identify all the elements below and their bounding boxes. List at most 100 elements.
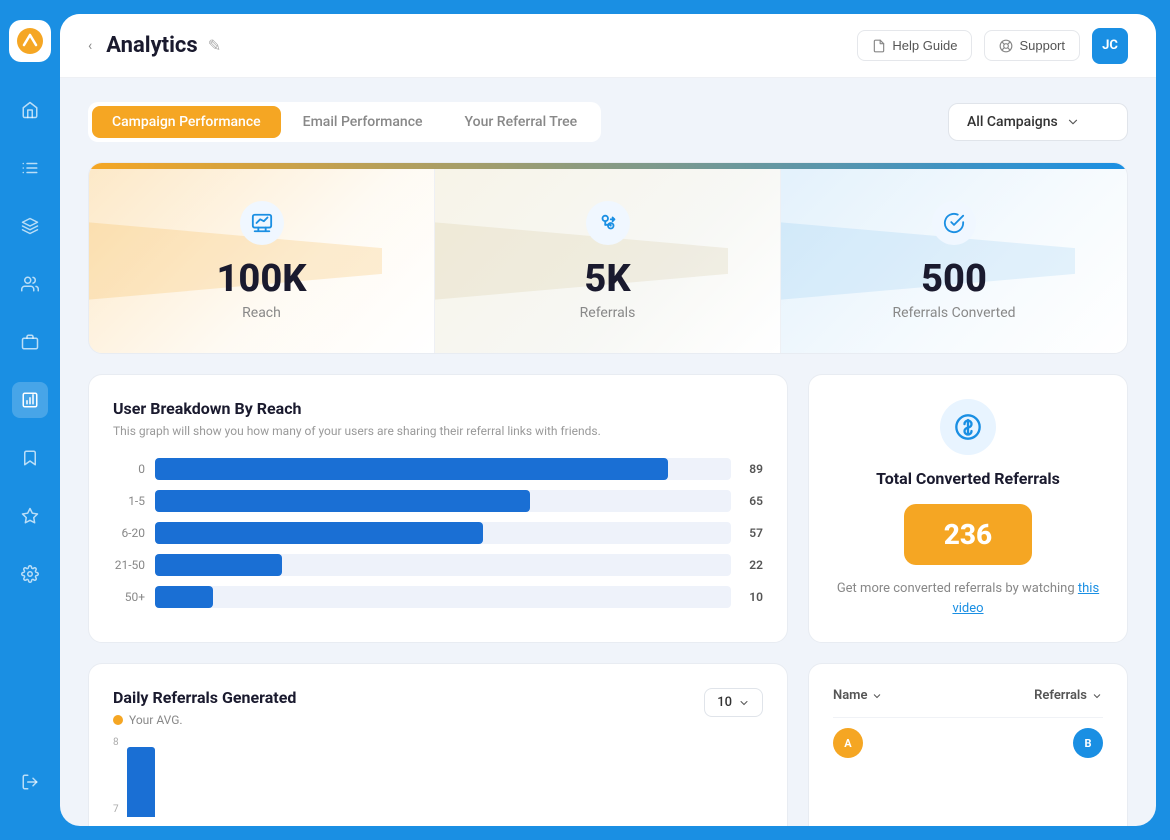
user-breakdown-card: User Breakdown By Reach This graph will … [88, 374, 788, 643]
daily-referrals-card: Daily Referrals Generated Your AVG. 10 [88, 663, 788, 826]
bar-row-0: 0 89 [113, 458, 763, 480]
dropdown-arrow-icon [1066, 115, 1080, 129]
bar-value-1: 65 [749, 494, 763, 508]
funnel-section: 100K Reach 5K [88, 162, 1128, 354]
header-right: Help Guide Support JC [857, 28, 1128, 64]
y-axis: 8 7 [113, 737, 123, 817]
bar-value-0: 89 [749, 462, 763, 476]
sidebar-icon-tag[interactable] [12, 324, 48, 360]
per-page-dropdown[interactable]: 10 [704, 688, 763, 717]
sidebar-icon-users[interactable] [12, 266, 48, 302]
funnel-card-reach: 100K Reach [89, 169, 435, 353]
help-guide-icon [872, 39, 886, 53]
daily-chart-area: 8 7 [113, 737, 763, 817]
referral-icon-container [586, 201, 630, 245]
bar-value-4: 10 [749, 590, 763, 604]
bar-fill-3 [155, 554, 282, 576]
sidebar-nav [12, 92, 48, 764]
bar-track-0 [155, 458, 731, 480]
daily-title-group: Daily Referrals Generated Your AVG. [113, 688, 296, 727]
referrals-label: Referrals [580, 305, 636, 321]
referrals-value: 5K [584, 257, 630, 301]
header-left: ‹ Analytics ✎ [88, 33, 221, 58]
tab-email-performance[interactable]: Email Performance [283, 106, 443, 138]
bar-value-3: 22 [749, 558, 763, 572]
per-page-arrow-icon [738, 697, 750, 709]
checkmark-icon [943, 212, 965, 234]
referral-icon [597, 212, 619, 234]
sidebar-icon-star[interactable] [12, 498, 48, 534]
user-avatar-0: A [833, 728, 863, 758]
breakdown-bar-chart: 0 89 1-5 65 6-20 [113, 458, 763, 608]
bar-value-2: 57 [749, 526, 763, 540]
daily-bars [127, 747, 763, 817]
app-logo[interactable] [9, 20, 51, 62]
sidebar-icon-bookmark[interactable] [12, 440, 48, 476]
avg-indicator: Your AVG. [113, 713, 296, 727]
campaign-dropdown[interactable]: All Campaigns [948, 103, 1128, 141]
bar-label-1: 1-5 [113, 494, 145, 508]
bar-fill-1 [155, 490, 530, 512]
bar-track-3 [155, 554, 731, 576]
content-area: Campaign Performance Email Performance Y… [60, 78, 1156, 826]
funnel-card-converted: 500 Referrals Converted [781, 169, 1127, 353]
sidebar-bottom [12, 764, 48, 820]
converted-label: Referrals Converted [892, 305, 1015, 321]
bar-track-1 [155, 490, 731, 512]
back-button[interactable]: ‹ [88, 38, 92, 54]
bar-row-4: 50+ 10 [113, 586, 763, 608]
funnel-card-referrals: 5K Referrals [435, 169, 781, 353]
sidebar-icon-home[interactable] [12, 92, 48, 128]
main-container: ‹ Analytics ✎ Help Guide Support [60, 14, 1156, 826]
bar-label-0: 0 [113, 462, 145, 476]
edit-icon[interactable]: ✎ [208, 36, 221, 55]
bar-label-4: 50+ [113, 590, 145, 604]
support-icon [999, 39, 1013, 53]
tab-campaign-performance[interactable]: Campaign Performance [92, 106, 281, 138]
converted-value: 500 [921, 257, 987, 301]
help-guide-button[interactable]: Help Guide [857, 30, 972, 61]
bar-fill-4 [155, 586, 213, 608]
converted-card-title: Total Converted Referrals [876, 469, 1060, 488]
converted-icon-container [932, 201, 976, 245]
sidebar-icon-analytics[interactable] [12, 382, 48, 418]
bar-track-4 [155, 586, 731, 608]
daily-title: Daily Referrals Generated [113, 688, 296, 707]
bar-fill-0 [155, 458, 668, 480]
funnel-cards: 100K Reach 5K [89, 169, 1127, 353]
bar-row-1: 1-5 65 [113, 490, 763, 512]
user-row-0: A B [833, 718, 1103, 768]
converted-number: 236 [904, 504, 1032, 565]
user-avatar[interactable]: JC [1092, 28, 1128, 64]
chart-icon [251, 212, 273, 234]
tabs-row: Campaign Performance Email Performance Y… [88, 102, 1128, 142]
top-header: ‹ Analytics ✎ Help Guide Support [60, 14, 1156, 78]
power-users-card: Name Referrals A [808, 663, 1128, 826]
bar-label-3: 21-50 [113, 558, 145, 572]
sidebar [0, 0, 60, 840]
middle-grid: User Breakdown By Reach This graph will … [88, 374, 1128, 643]
referrals-sort-icon [1091, 690, 1103, 702]
bar-row-2: 6-20 57 [113, 522, 763, 544]
name-sort-icon [871, 690, 883, 702]
bar-fill-2 [155, 522, 483, 544]
power-users-header: Name Referrals [833, 688, 1103, 718]
reach-label: Reach [242, 305, 281, 321]
avg-dot [113, 715, 123, 725]
sidebar-icon-list[interactable] [12, 150, 48, 186]
sidebar-icon-logout[interactable] [12, 764, 48, 800]
sidebar-icon-layers[interactable] [12, 208, 48, 244]
col-header-name[interactable]: Name [833, 688, 883, 703]
sidebar-icon-settings[interactable] [12, 556, 48, 592]
bar-row-3: 21-50 22 [113, 554, 763, 576]
support-button[interactable]: Support [984, 30, 1080, 61]
breakdown-subtitle: This graph will show you how many of you… [113, 424, 763, 438]
bottom-section: Daily Referrals Generated Your AVG. 10 [88, 663, 1128, 826]
dollar-icon-container [940, 399, 996, 455]
total-converted-card: Total Converted Referrals 236 Get more c… [808, 374, 1128, 643]
col-header-referrals[interactable]: Referrals [1034, 688, 1103, 703]
daily-bar-0 [127, 747, 155, 817]
dollar-icon [954, 413, 982, 441]
tab-referral-tree[interactable]: Your Referral Tree [445, 106, 598, 138]
converted-description: Get more converted referrals by watching… [833, 579, 1103, 618]
